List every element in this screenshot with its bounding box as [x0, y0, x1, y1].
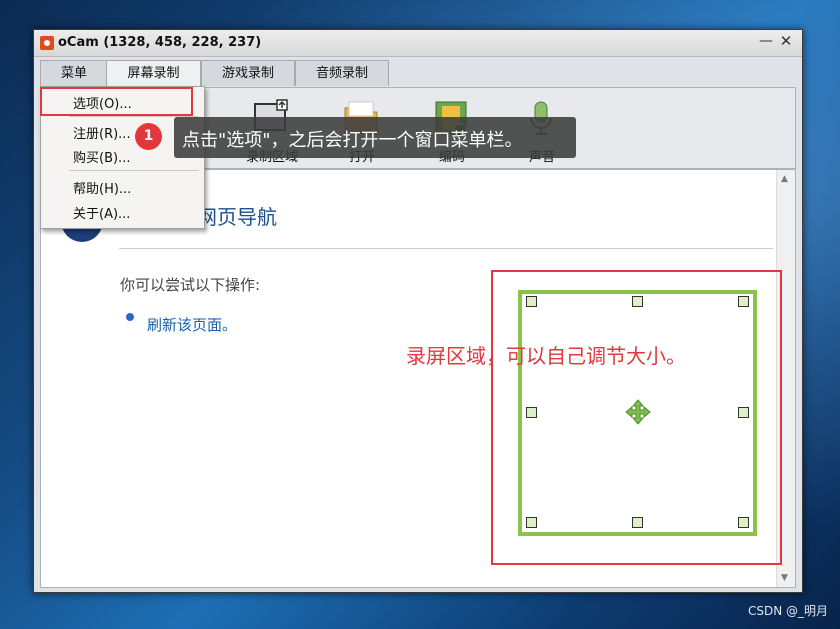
scroll-up-icon[interactable]: ▲	[781, 174, 788, 184]
tooltip-callout: 点击"选项"，之后会打开一个窗口菜单栏。	[174, 117, 576, 158]
move-icon[interactable]	[624, 398, 652, 426]
tab-menu[interactable]: 菜单	[40, 60, 108, 86]
resize-handle[interactable]	[526, 517, 537, 528]
step-badge: 1	[135, 123, 162, 150]
scroll-down-icon[interactable]: ▼	[781, 573, 788, 583]
window-title: oCam (1328, 458, 228, 237)	[58, 35, 262, 50]
resize-handle[interactable]	[526, 296, 537, 307]
tab-screen-record[interactable]: 屏幕录制	[106, 60, 201, 88]
menu-item-register[interactable]: 注册(R)...	[73, 123, 131, 142]
try-text: 你可以尝试以下操作:	[120, 276, 261, 294]
resize-handle[interactable]	[526, 407, 537, 418]
minimize-button[interactable]: —	[758, 34, 774, 50]
resize-handle[interactable]	[632, 517, 643, 528]
options-highlight-box	[40, 87, 193, 116]
watermark: CSDN @_明月	[747, 604, 828, 618]
tab-audio-record[interactable]: 音频录制	[295, 60, 389, 86]
menu-item-help[interactable]: 帮助(H)...	[73, 178, 131, 197]
tab-game-record[interactable]: 游戏录制	[201, 60, 295, 86]
bullet-icon	[126, 313, 134, 321]
resize-handle[interactable]	[632, 296, 643, 307]
close-button[interactable]: ✕	[778, 33, 794, 49]
resize-handle[interactable]	[738, 407, 749, 418]
refresh-link[interactable]: 刷新该页面。	[147, 314, 237, 335]
divider	[119, 248, 773, 249]
ocam-app-icon	[40, 36, 54, 50]
title-bar[interactable]: oCam (1328, 458, 228, 237) — ✕	[34, 30, 802, 57]
callout-text: 点击"选项"，之后会打开一个窗口菜单栏。	[182, 130, 523, 151]
menu-item-about[interactable]: 关于(A)...	[73, 203, 130, 222]
resize-handle[interactable]	[738, 296, 749, 307]
menu-item-buy[interactable]: 购买(B)...	[73, 147, 130, 166]
resize-handle[interactable]	[738, 517, 749, 528]
region-label: 录屏区域，可以自己调节大小。	[406, 344, 686, 368]
page-title: 网页导航	[197, 205, 277, 229]
menu-separator	[69, 170, 199, 171]
